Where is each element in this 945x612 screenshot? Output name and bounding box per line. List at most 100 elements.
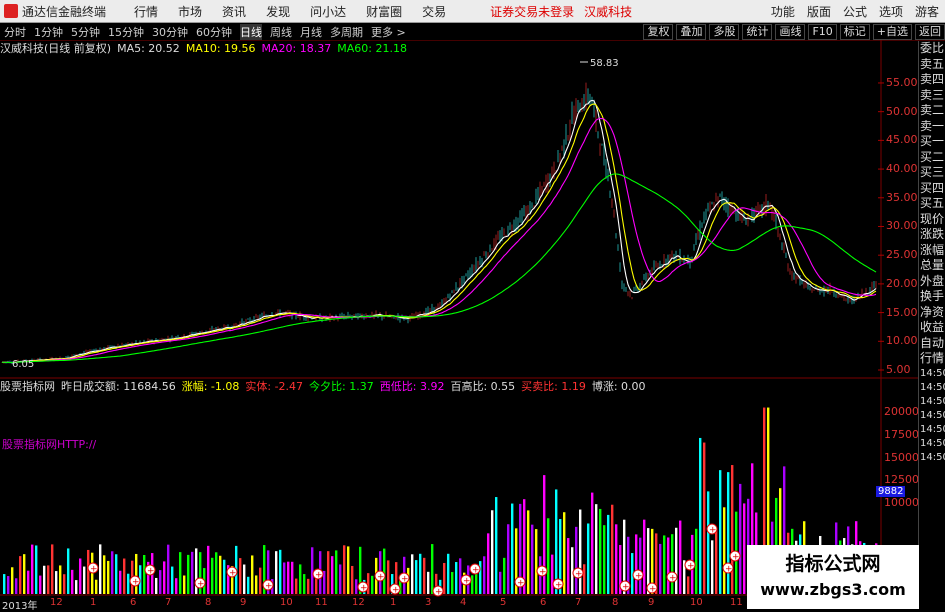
side-panel-item[interactable]: 14:50 <box>919 423 945 437</box>
side-panel-item[interactable]: 卖四 <box>919 72 945 88</box>
volume-bar <box>427 571 430 594</box>
volume-bar <box>251 555 254 594</box>
price-tick-label: 25.00 <box>886 248 918 262</box>
volume-bar <box>571 547 574 594</box>
volume-bar <box>71 569 74 594</box>
volume-bar <box>299 564 302 594</box>
volume-tick-label: 10000 <box>884 496 919 510</box>
indicator-xd: 西低比: 3.92 <box>379 380 445 393</box>
volume-bar <box>103 555 106 594</box>
volume-bar <box>291 561 294 594</box>
volume-bar <box>63 574 66 594</box>
side-panel-item[interactable]: 净资 <box>919 305 945 321</box>
volume-bar <box>447 553 450 594</box>
buy-signal-plus: + <box>197 580 205 590</box>
ma60-line <box>2 173 877 364</box>
side-panel-item[interactable]: 收益 <box>919 320 945 336</box>
volume-bar <box>695 528 698 594</box>
guest-button[interactable]: 游客 <box>915 3 939 20</box>
side-panel-item[interactable]: 行情 <box>919 351 945 367</box>
buy-signal-plus: + <box>315 571 323 581</box>
high-price-label: 58.83 <box>590 58 619 69</box>
side-panel-item[interactable]: 卖三 <box>919 88 945 104</box>
side-panel-item[interactable]: 买二 <box>919 150 945 166</box>
side-panel-item[interactable]: 换手 <box>919 289 945 305</box>
side-panel-item[interactable]: 买四 <box>919 181 945 197</box>
side-panel-item[interactable]: 14:50 <box>919 395 945 409</box>
volume-bar <box>567 538 570 594</box>
side-panel-item[interactable]: 14:50 <box>919 381 945 395</box>
indicator-name: 股票指标网 <box>0 380 55 393</box>
volume-bar <box>731 465 734 594</box>
volume-bar <box>191 551 194 594</box>
watermark-line2: www.zbgs3.com <box>760 580 906 599</box>
volume-bar <box>287 561 290 594</box>
volume-bar <box>187 554 190 594</box>
date-tick-label: 6 <box>130 597 137 608</box>
volume-bar <box>335 550 338 594</box>
volume-tick-label: 17500 <box>884 427 919 441</box>
side-panel-item[interactable]: 买三 <box>919 165 945 181</box>
side-panel-item[interactable]: 14:50 <box>919 367 945 381</box>
volume-bar <box>639 537 642 594</box>
buy-signal-plus: + <box>265 582 273 592</box>
buy-signal-plus: + <box>622 583 630 593</box>
volume-bar <box>675 527 678 594</box>
volume-bar <box>579 509 582 594</box>
side-panel-item[interactable]: 买一 <box>919 134 945 150</box>
side-panel-item[interactable]: 14:50 <box>919 437 945 451</box>
volume-bar <box>211 557 214 594</box>
ma20-line <box>2 117 877 364</box>
price-tick-label: 40.00 <box>886 162 918 176</box>
volume-bar <box>663 535 666 594</box>
low-price-label: 6.05 <box>12 359 34 370</box>
side-panel-item[interactable]: 涨幅 <box>919 243 945 259</box>
volume-bar <box>175 578 178 594</box>
tool-fanhui[interactable]: 返回 <box>915 23 945 40</box>
side-panel-item[interactable]: 委比 <box>919 41 945 57</box>
date-tick-label: 5 <box>500 597 507 608</box>
side-panel-item[interactable]: 14:50 <box>919 409 945 423</box>
buy-signal-plus: + <box>229 569 237 579</box>
volume-bar <box>259 567 262 594</box>
volume-bar <box>635 534 638 594</box>
volume-bar <box>55 571 58 594</box>
date-tick-label: 9 <box>648 597 655 608</box>
volume-bar <box>11 567 14 594</box>
side-panel-item[interactable]: 卖五 <box>919 57 945 73</box>
side-panel-item[interactable]: 卖二 <box>919 103 945 119</box>
side-panel-item[interactable]: 总量 <box>919 258 945 274</box>
volume-bar <box>207 545 210 594</box>
volume-bar <box>383 548 386 594</box>
main-chart-title: 汉威科技(日线 前复权) MA5: 20.52 MA10: 19.56 MA20… <box>0 41 407 56</box>
volume-bar <box>387 560 390 594</box>
volume-bar <box>67 548 70 594</box>
volume-bar <box>727 472 730 594</box>
quote-side-panel: 委比 卖五 卖四 卖三 卖二 卖一 买一 买二 买三 买四 买五 现价 涨跌 涨幅 总量 外盘 换手 净资 收益 自动… <box>918 41 945 609</box>
indicator-title-bar: 股票指标网 昨日成交额: 11684.56 涨幅: -1.08 实体: -2.4… <box>0 379 646 393</box>
side-panel-item[interactable]: 外盘 <box>919 274 945 290</box>
side-panel-item[interactable]: 自动 <box>919 336 945 352</box>
volume-bar <box>607 514 610 594</box>
volume-bar <box>331 556 334 594</box>
volume-bar <box>343 545 346 594</box>
volume-bar <box>215 552 218 594</box>
volume-bar <box>43 565 46 594</box>
side-panel-item[interactable]: 14:50 <box>919 451 945 465</box>
volume-bar <box>575 526 578 594</box>
volume-bar <box>119 570 122 594</box>
volume-bar <box>495 497 498 594</box>
volume-bar <box>31 544 34 594</box>
side-panel-item[interactable]: 卖一 <box>919 119 945 135</box>
price-tick-label: 15.00 <box>886 305 918 319</box>
volume-bar <box>411 554 414 594</box>
volume-bar <box>719 470 722 594</box>
volume-bar <box>27 570 30 594</box>
indicator-zf: 涨幅: -1.08 <box>181 380 240 393</box>
buy-signal-plus: + <box>687 562 695 572</box>
side-panel-item[interactable]: 涨跌 <box>919 227 945 243</box>
side-panel-item[interactable]: 买五 <box>919 196 945 212</box>
kline-chart[interactable]: +++++++++++++++++++++++++++++++ 58.83 6.… <box>0 0 918 609</box>
buy-signal-plus: + <box>732 553 740 563</box>
side-panel-item[interactable]: 现价 <box>919 212 945 228</box>
